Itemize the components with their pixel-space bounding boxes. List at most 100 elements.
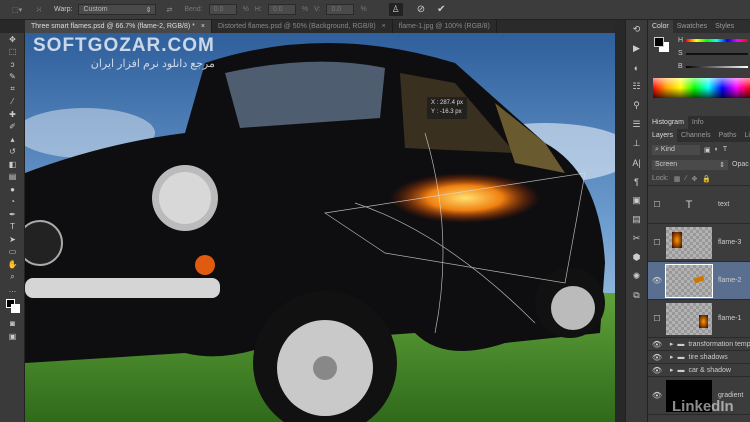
close-icon[interactable]: × (201, 23, 205, 30)
shape-tool-icon[interactable]: ▭ (0, 246, 25, 259)
blend-mode-dropdown[interactable]: Screen ⇕ (652, 159, 728, 170)
eraser-tool-icon[interactable]: ◧ (0, 158, 25, 171)
clone-source-icon[interactable]: ⊥ (626, 134, 647, 153)
zoom-tool-icon[interactable]: ⌕ (0, 271, 25, 284)
visibility-toggle[interactable]: ☐ (648, 200, 666, 209)
document-canvas[interactable]: SOFTGOZAR.COM مرجع دانلود نرم افزار ایرا… (25, 33, 615, 422)
expand-arrow-icon[interactable]: ▸ (670, 366, 674, 374)
3d-panel-icon[interactable]: ⬢ (626, 248, 647, 267)
h-slider[interactable] (686, 39, 748, 42)
layer-comps-icon[interactable]: ⧉ (626, 286, 647, 305)
lights-panel-icon[interactable]: ✺ (626, 267, 647, 286)
layer-flame-3[interactable]: ☐ flame-3 (648, 224, 750, 262)
kind-filter-dropdown[interactable]: ⌕ Kind (652, 144, 700, 155)
eye-icon[interactable]: 👁 (648, 353, 666, 362)
actions-panel-icon[interactable]: ▶ (626, 39, 647, 58)
healing-tool-icon[interactable]: ✚ (0, 108, 25, 121)
color-spectrum[interactable] (653, 78, 750, 98)
stamp-tool-icon[interactable]: ▴ (0, 133, 25, 146)
toolbar: ✥ ⬚ ↄ ✎ ⌗ ⁄ ✚ ✐ ▴ ↺ ◧ ▤ ● ◔ ✒ T ➤ ▭ ✋ ⌕ … (0, 33, 25, 422)
close-icon[interactable]: × (382, 23, 386, 30)
tab-histogram[interactable]: Histogram (648, 116, 688, 129)
color-swatches-icon[interactable] (0, 296, 25, 318)
tab-libraries[interactable]: Lib (741, 129, 750, 142)
gradient-tool-icon[interactable]: ▤ (0, 171, 25, 184)
brush-panel-icon[interactable]: ⚲ (626, 96, 647, 115)
navigator-panel-icon[interactable]: ▣ (626, 191, 647, 210)
color-panel: H S B (648, 33, 750, 116)
lasso-tool-icon[interactable]: ↄ (0, 58, 25, 71)
b-slider[interactable] (686, 66, 748, 68)
crop-tool-icon[interactable]: ⌗ (0, 83, 25, 96)
layer-text[interactable]: ☐ Ttext (648, 186, 750, 224)
expand-arrow-icon[interactable]: ▸ (670, 353, 674, 361)
tab-flame-1[interactable]: flame-1.jpg @ 100% (RGB/8) (393, 20, 497, 33)
adjustments-panel-icon[interactable]: ◐ (626, 58, 647, 77)
visibility-toggle[interactable]: ☐ (648, 314, 666, 323)
lock-all-icon[interactable]: 🔒 (702, 175, 711, 183)
marquee-tool-icon[interactable]: ⬚ (0, 46, 25, 59)
h-input[interactable]: 0.0 (267, 4, 296, 15)
type-tool-icon[interactable]: T (0, 221, 25, 234)
tab-three-smart-flames[interactable]: Three smart flames.psd @ 66.7% (flame-2,… (25, 20, 212, 33)
transform-icon[interactable]: ⬚▾ (12, 6, 22, 14)
more-tools-icon[interactable]: … (0, 283, 25, 296)
tab-distorted-flames[interactable]: Distorted flames.psd @ 50% (Background, … (212, 20, 393, 33)
hand-tool-icon[interactable]: ✋ (0, 258, 25, 271)
tab-styles[interactable]: Styles (711, 20, 738, 33)
eye-icon[interactable]: 👁 (648, 276, 666, 285)
group-transformation-temp[interactable]: 👁 ▸ ▬ transformation temp (648, 338, 750, 351)
lock-position-icon[interactable]: ✥ (692, 175, 698, 183)
layer-flame-1[interactable]: ☐ flame-1 (648, 300, 750, 338)
foreground-color-swatch[interactable] (654, 37, 664, 47)
tab-paths[interactable]: Paths (715, 129, 741, 142)
bend-input[interactable]: 0.0 (208, 4, 237, 15)
tab-color[interactable]: Color (648, 20, 673, 33)
tab-info[interactable]: Info (688, 116, 708, 129)
filter-pixel-icon[interactable]: ▣ (704, 146, 711, 154)
move-tool-icon[interactable]: ✥ (0, 33, 25, 46)
visibility-toggle[interactable]: ☐ (648, 238, 666, 247)
tab-channels[interactable]: Channels (677, 129, 715, 142)
eye-icon[interactable]: 👁 (648, 391, 666, 400)
properties-panel-icon[interactable]: ☷ (626, 77, 647, 96)
blur-tool-icon[interactable]: ● (0, 183, 25, 196)
layer-flame-2[interactable]: 👁 flame-2 (648, 262, 750, 300)
group-tire-shadows[interactable]: 👁 ▸ ▬ tire shadows (648, 351, 750, 364)
dodge-tool-icon[interactable]: ◔ (0, 196, 25, 209)
eye-icon[interactable]: 👁 (648, 366, 666, 375)
tab-swatches[interactable]: Swatches (673, 20, 711, 33)
tool-presets-icon[interactable]: ☰ (626, 115, 647, 134)
screen-mode-icon[interactable]: ▣ (0, 330, 25, 343)
cancel-transform-icon[interactable]: ⊘ (417, 4, 425, 15)
commit-transform-icon[interactable]: ✔ (437, 4, 445, 15)
warp-orientation-icon[interactable]: ⇄ (166, 6, 172, 14)
reference-point-icon[interactable]: ⁙ (36, 6, 42, 14)
notes-panel-icon[interactable]: ▤ (626, 210, 647, 229)
character-panel-icon[interactable]: A| (626, 153, 647, 172)
history-brush-icon[interactable]: ↺ (0, 146, 25, 159)
tools-panel-icon[interactable]: ✂ (626, 229, 647, 248)
s-slider[interactable] (686, 53, 748, 55)
layer-thumbnail (666, 226, 712, 259)
lock-transparent-icon[interactable]: ▦ (674, 175, 681, 183)
warp-dropdown[interactable]: Custom ⇕ (78, 4, 157, 15)
eye-icon[interactable]: 👁 (648, 340, 666, 349)
expand-arrow-icon[interactable]: ▸ (670, 340, 674, 348)
paragraph-panel-icon[interactable]: ¶ (626, 172, 647, 191)
h-slider-label: H (678, 37, 684, 44)
quick-mask-icon[interactable]: ◙ (0, 318, 25, 331)
puppet-warp-icon[interactable]: ♙ (388, 3, 403, 16)
pen-tool-icon[interactable]: ✒ (0, 208, 25, 221)
group-car-shadow[interactable]: 👁 ▸ ▬ car & shadow (648, 364, 750, 377)
brush-tool-icon[interactable]: ✐ (0, 121, 25, 134)
lock-pixels-icon[interactable]: ∕ (685, 175, 686, 182)
tab-layers[interactable]: Layers (648, 129, 678, 142)
quick-select-tool-icon[interactable]: ✎ (0, 71, 25, 84)
eyedropper-tool-icon[interactable]: ⁄ (0, 96, 25, 109)
v-input[interactable]: 0.0 (326, 4, 355, 15)
filter-adjust-icon[interactable]: ◐ (715, 146, 719, 153)
filter-type-icon[interactable]: T (723, 146, 727, 153)
history-panel-icon[interactable]: ⟲ (626, 20, 647, 39)
path-select-tool-icon[interactable]: ➤ (0, 233, 25, 246)
